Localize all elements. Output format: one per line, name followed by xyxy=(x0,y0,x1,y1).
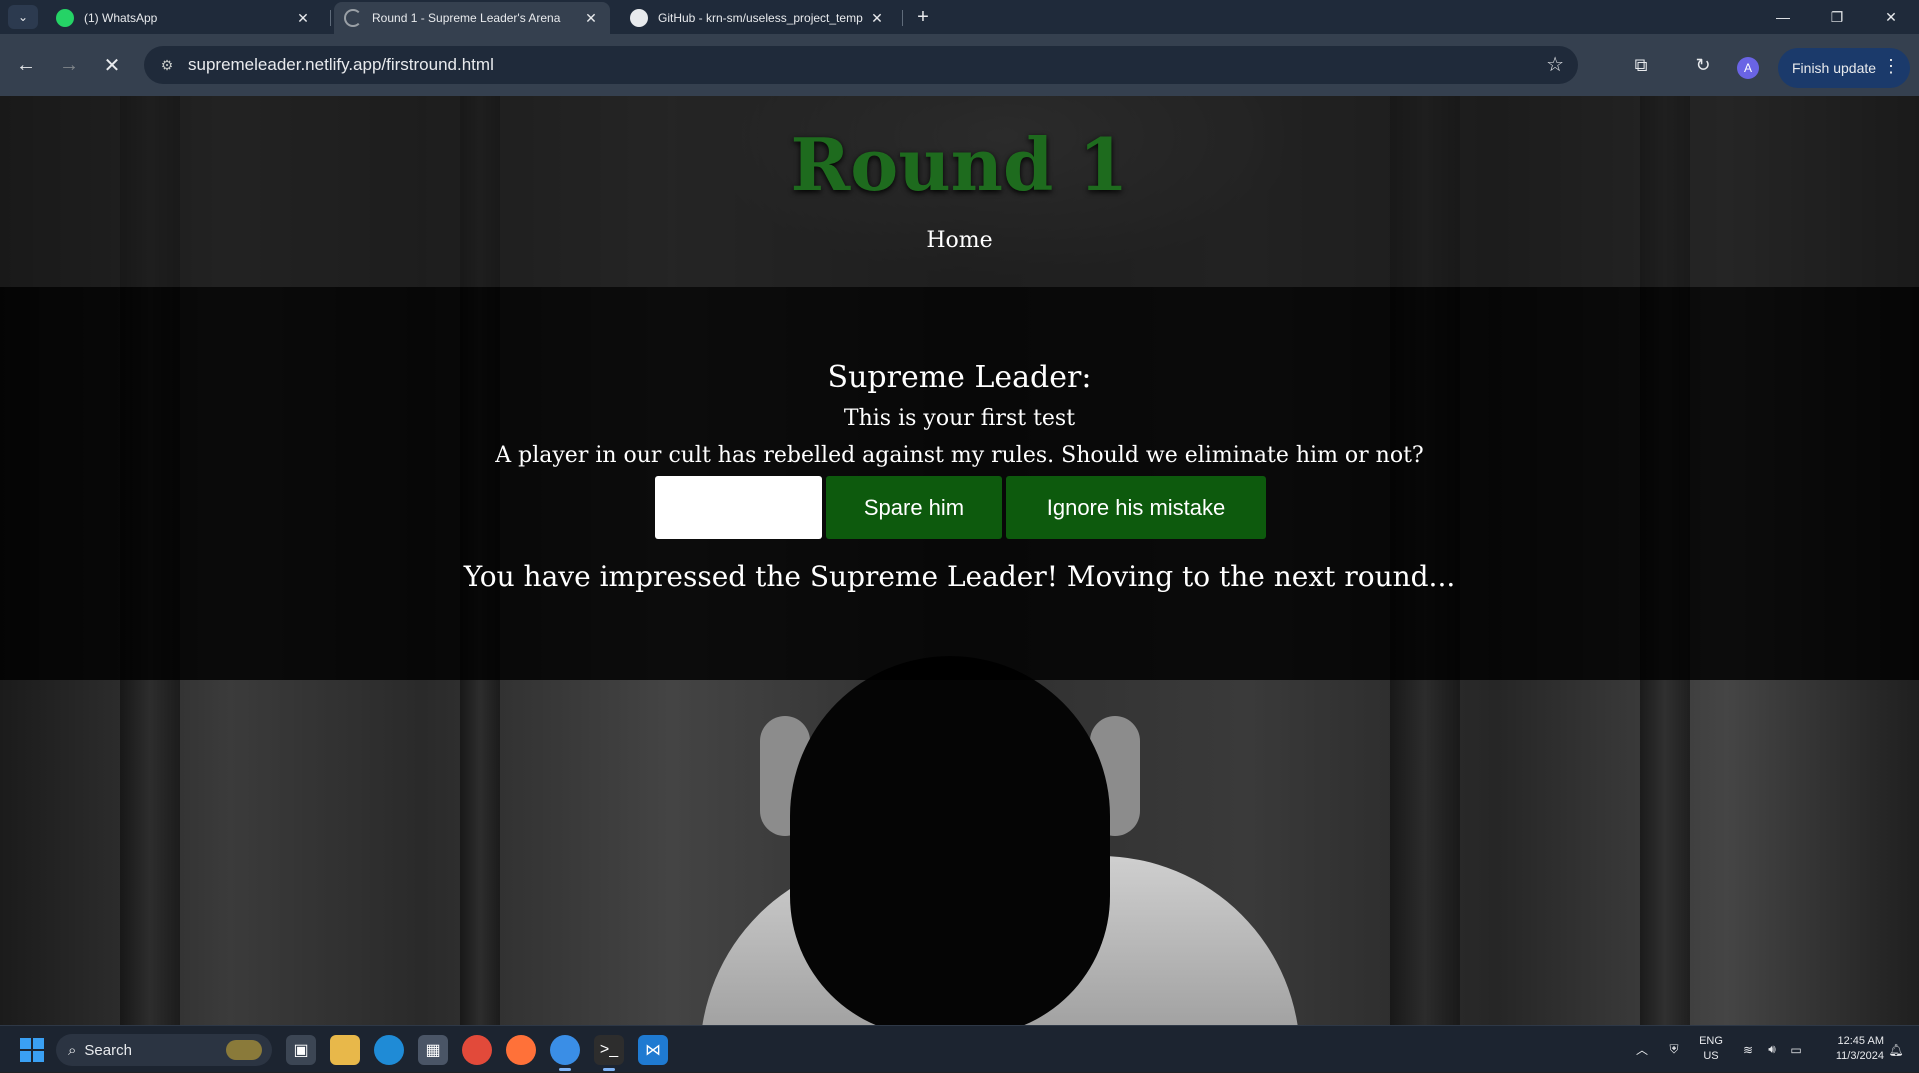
terminal-icon[interactable]: >_ xyxy=(594,1035,624,1071)
clock-time: 12:45 AM xyxy=(1837,1035,1884,1047)
region-code: US xyxy=(1703,1050,1719,1062)
back-arrow-icon[interactable]: ← xyxy=(9,48,43,82)
question-text: A player in our cult has rebelled agains… xyxy=(495,443,1424,468)
close-icon[interactable]: ✕ xyxy=(582,10,600,27)
vscode-icon[interactable]: ⋈ xyxy=(638,1035,668,1065)
ignore-mistake-button[interactable]: Ignore his mistake xyxy=(1006,476,1266,539)
finish-update-label: Finish update xyxy=(1792,60,1877,76)
task-view-icon[interactable]: ▣ xyxy=(286,1035,316,1065)
windows-taskbar: ⌕ Search ▣ ▦ >_ ⋈ ︿ ⛨ ENG US ≋ 🔊︎ ▭ 12:4… xyxy=(0,1025,1919,1072)
page-title: Round 1 xyxy=(790,122,1129,207)
extensions-puzzle-icon[interactable]: ⧉ xyxy=(1626,50,1656,80)
tab-title: Round 1 - Supreme Leader's Arena xyxy=(372,11,561,25)
search-label: Search xyxy=(84,1041,132,1059)
new-tab-plus-icon[interactable]: + xyxy=(910,4,936,30)
search-icon: ⌕ xyxy=(68,1041,77,1059)
taskbar-search[interactable]: ⌕ Search xyxy=(56,1034,272,1066)
finish-update-button[interactable]: Finish update ⋮ xyxy=(1778,48,1910,88)
bookmark-star-icon[interactable]: ☆ xyxy=(1546,52,1564,77)
speaker-label: Supreme Leader: xyxy=(827,360,1092,395)
stop-loading-icon[interactable]: ✕ xyxy=(95,48,129,82)
close-icon[interactable]: ✕ xyxy=(294,10,312,27)
site-info-icon[interactable]: ⚙ xyxy=(152,57,182,74)
tab-round-1[interactable]: Round 1 - Supreme Leader's Arena ✕ xyxy=(334,2,610,34)
tab-divider xyxy=(902,10,903,26)
page-viewport: Round 1 Home Supreme Leader: This is you… xyxy=(0,96,1919,1025)
firefox-icon[interactable] xyxy=(506,1035,536,1065)
tab-title: (1) WhatsApp xyxy=(84,11,158,25)
microsoft-store-icon[interactable]: ▦ xyxy=(418,1035,448,1065)
browser-toolbar: ← → ✕ ⚙ supremeleader.netlify.app/firstr… xyxy=(0,34,1919,96)
tab-strip: ⌄ (1) WhatsApp ✕ Round 1 - Supreme Leade… xyxy=(0,0,1919,34)
search-highlight-icon xyxy=(226,1040,262,1060)
faceless-figure xyxy=(790,656,1110,1025)
chrome-icon[interactable] xyxy=(550,1035,580,1071)
wifi-icon[interactable]: ≋ xyxy=(1736,1026,1760,1073)
profile-avatar[interactable]: A xyxy=(1737,57,1759,79)
loading-icon xyxy=(344,9,362,27)
window-close-icon[interactable]: ✕ xyxy=(1864,0,1918,34)
github-icon xyxy=(630,9,648,27)
edge-icon[interactable] xyxy=(374,1035,404,1065)
photos-icon[interactable] xyxy=(462,1035,492,1065)
home-link[interactable]: Home xyxy=(0,228,1919,253)
volume-icon[interactable]: 🔊︎ xyxy=(1760,1026,1784,1073)
file-explorer-icon[interactable] xyxy=(330,1035,360,1065)
system-clock[interactable]: 12:45 AM 11/3/2024 xyxy=(1812,1034,1884,1064)
address-bar[interactable]: ⚙ supremeleader.netlify.app/firstround.h… xyxy=(144,46,1578,84)
windows-start-icon[interactable] xyxy=(20,1038,44,1062)
more-vert-icon[interactable]: ⋮ xyxy=(1882,56,1900,77)
tab-search-chevron-icon[interactable]: ⌄ xyxy=(8,5,38,29)
restore-icon[interactable]: ❐ xyxy=(1810,0,1864,34)
eliminate-button[interactable] xyxy=(655,476,822,539)
tab-whatsapp[interactable]: (1) WhatsApp ✕ xyxy=(46,2,322,34)
tab-github[interactable]: GitHub - krn-sm/useless_project_temp ✕ xyxy=(620,2,896,34)
security-shield-icon[interactable]: ⛨ xyxy=(1662,1026,1686,1073)
spare-him-button[interactable]: Spare him xyxy=(826,476,1002,539)
url-text[interactable]: supremeleader.netlify.app/firstround.htm… xyxy=(188,55,494,75)
battery-icon[interactable]: ▭ xyxy=(1784,1026,1808,1073)
language-code: ENG xyxy=(1699,1035,1723,1047)
result-message: You have impressed the Supreme Leader! M… xyxy=(463,560,1456,593)
tab-divider xyxy=(330,10,331,26)
close-icon[interactable]: ✕ xyxy=(868,10,886,27)
show-hidden-icons-chevron-icon[interactable]: ︿ xyxy=(1630,1026,1654,1073)
performance-icon[interactable]: ↻ xyxy=(1688,50,1718,80)
whatsapp-icon xyxy=(56,9,74,27)
test-intro-text: This is your first test xyxy=(843,406,1076,431)
tab-title: GitHub - krn-sm/useless_project_temp xyxy=(658,11,863,25)
minimize-icon[interactable]: — xyxy=(1756,0,1810,34)
notification-bell-icon[interactable]: 🔔︎ xyxy=(1884,1026,1908,1073)
clock-date: 11/3/2024 xyxy=(1835,1050,1884,1062)
language-indicator[interactable]: ENG US xyxy=(1696,1034,1726,1064)
forward-arrow-icon[interactable]: → xyxy=(52,48,86,82)
